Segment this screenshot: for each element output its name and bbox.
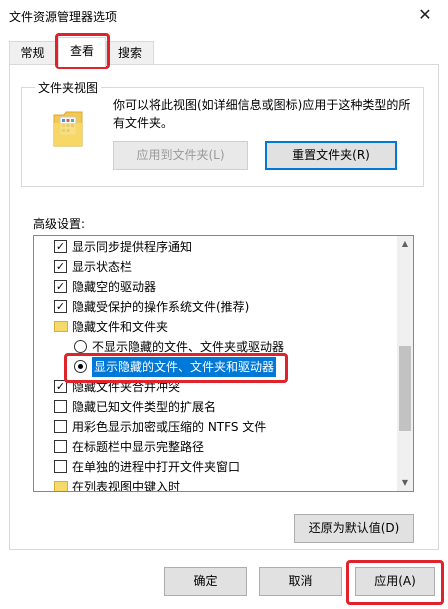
list-item[interactable]: 隐藏文件和文件夹 — [34, 317, 399, 337]
list-item-label: 隐藏文件夹合并冲突 — [72, 380, 181, 394]
list-item-label: 隐藏已知文件类型的扩展名 — [72, 400, 217, 414]
list-item-label: 显示同步提供程序通知 — [72, 240, 193, 254]
list-item[interactable]: 隐藏已知文件类型的扩展名 — [34, 397, 399, 417]
folder-view-icon — [53, 111, 83, 147]
list-item[interactable]: 在列表视图中键入时 — [34, 477, 399, 492]
tab-search[interactable]: 搜索 — [106, 41, 154, 65]
folder-icon — [54, 481, 68, 491]
folder-views-description: 你可以将此视图(如详细信息或图标)应用于这种类型的所有文件夹。 — [113, 98, 411, 130]
apply-to-folders-button[interactable]: 应用到文件夹(L) — [113, 141, 248, 170]
apply-button[interactable]: 应用(A) — [355, 567, 435, 596]
list-item-label: 用彩色显示加密或压缩的 NTFS 文件 — [72, 420, 267, 434]
list-item-label: 不显示隐藏的文件、文件夹或驱动器 — [92, 340, 285, 354]
checkbox-checked[interactable]: ✓ — [54, 380, 67, 393]
window-title: 文件资源管理器选项 — [9, 10, 118, 24]
list-item-label: 在单独的进程中打开文件夹窗口 — [72, 460, 241, 474]
tab-general[interactable]: 常规 — [9, 41, 56, 65]
advanced-settings-label: 高级设置: — [33, 217, 86, 231]
restore-defaults-button[interactable]: 还原为默认值(D) — [294, 514, 414, 543]
reset-folders-button[interactable]: 重置文件夹(R) — [265, 141, 397, 170]
list-item[interactable]: ✓ 隐藏受保护的操作系统文件(推荐) — [34, 297, 399, 317]
radio-selected[interactable] — [74, 360, 87, 373]
title-bar: 文件资源管理器选项 ✕ — [0, 0, 448, 32]
folder-views-title: 文件夹视图 — [35, 79, 102, 96]
advanced-settings-list[interactable]: 在列表视图中键入时 在单独的进程中打开文件夹窗口 在标题栏中显示完整路径 用彩色显示加… — [33, 235, 414, 492]
list-item[interactable]: ✓ 显示同步提供程序通知 — [34, 237, 399, 257]
checkbox-checked[interactable]: ✓ — [54, 240, 67, 253]
checkbox-checked[interactable]: ✓ — [54, 260, 67, 273]
checkbox-unchecked[interactable] — [54, 420, 67, 433]
list-item-label: 显示状态栏 — [72, 260, 133, 274]
checkbox-checked[interactable]: ✓ — [54, 280, 67, 293]
list-item[interactable]: ✓ 隐藏空的驱动器 — [34, 277, 399, 297]
list-item[interactable]: ✓ 显示状态栏 — [34, 257, 399, 277]
checkbox-unchecked[interactable] — [54, 400, 67, 413]
list-item[interactable]: 不显示隐藏的文件、文件夹或驱动器 — [34, 337, 399, 357]
list-item[interactable]: 用彩色显示加密或压缩的 NTFS 文件 — [34, 417, 399, 437]
list-item-label: 隐藏受保护的操作系统文件(推荐) — [72, 300, 250, 314]
radio-unselected[interactable] — [74, 340, 87, 353]
list-item-label: 在标题栏中显示完整路径 — [72, 440, 205, 454]
checkbox-unchecked[interactable] — [54, 440, 67, 453]
list-item-label: 在列表视图中键入时 — [72, 480, 181, 492]
list-item-label: 隐藏空的驱动器 — [72, 280, 157, 294]
list-item[interactable]: 在单独的进程中打开文件夹窗口 — [34, 457, 399, 477]
list-item[interactable]: 在标题栏中显示完整路径 — [34, 437, 399, 457]
ok-button[interactable]: 确定 — [164, 567, 247, 596]
close-icon[interactable]: ✕ — [402, 0, 448, 32]
list-item[interactable]: 显示隐藏的文件、文件夹和驱动器 — [34, 357, 399, 377]
scroll-up-icon[interactable]: ▲ — [397, 236, 413, 252]
checkbox-unchecked[interactable] — [54, 460, 67, 473]
tab-view[interactable]: 查看 — [58, 37, 106, 67]
folder-icon — [54, 321, 68, 332]
scroll-down-icon[interactable]: ▼ — [397, 475, 413, 491]
vertical-scrollbar[interactable]: ▲ ▼ — [397, 236, 413, 491]
cancel-button[interactable]: 取消 — [259, 567, 342, 596]
list-item[interactable]: ✓ 隐藏文件夹合并冲突 — [34, 377, 399, 397]
list-item-label: 显示隐藏的文件、文件夹和驱动器 — [92, 357, 277, 377]
checkbox-checked[interactable]: ✓ — [54, 300, 67, 313]
scrollbar-thumb[interactable] — [399, 346, 411, 431]
list-item-label: 隐藏文件和文件夹 — [72, 320, 169, 334]
